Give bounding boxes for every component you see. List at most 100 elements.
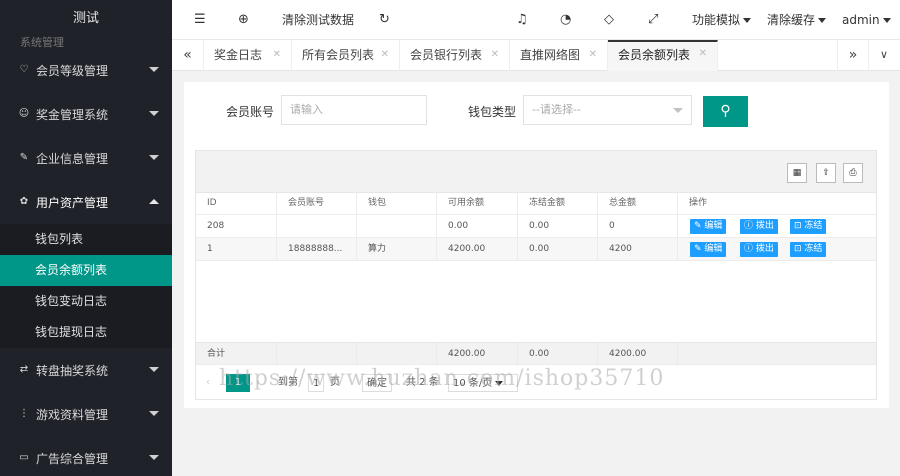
top-header: ☰ ⊕ 清除测试数据 ↻ ♫ ◔ ◇ ⤢ 功能模拟 清除缓存 admin <box>172 0 900 40</box>
close-icon[interactable]: ✕ <box>381 40 389 70</box>
sidebar-item-label: 用户资产管理 <box>36 195 109 210</box>
export-icon[interactable]: ⇪ <box>816 163 836 183</box>
user-name: admin <box>842 13 880 27</box>
total-empty <box>678 343 876 366</box>
user-menu[interactable]: admin <box>842 0 891 40</box>
content-panel: 会员账号 请输入 钱包类型 --请选择-- ⚲ ▦ ⇪ ⎙ ID 会员账号 钱包… <box>184 82 889 408</box>
sidebar-item-lottery[interactable]: ⇄ 转盘抽奖系统 <box>0 348 172 392</box>
total-sum: 4200.00 <box>598 343 678 366</box>
watermark: https://www.huzhan.com/ishop35710 <box>219 366 665 391</box>
tab-label: 所有会员列表 <box>302 48 375 62</box>
freeze-label: 冻结 <box>804 244 823 254</box>
tab-scroll-right-icon[interactable]: » <box>837 40 869 71</box>
tab-all-members[interactable]: 所有会员列表 ✕ <box>292 40 400 71</box>
withdraw-button[interactable]: ⓘ 拨出 <box>740 219 778 234</box>
chevron-down-icon <box>149 367 159 372</box>
chevron-down-icon <box>149 67 159 72</box>
fullscreen-icon[interactable]: ⤢ <box>648 0 658 40</box>
chevron-up-icon <box>149 199 159 204</box>
clear-cache-label: 清除缓存 <box>767 13 816 27</box>
sidebar-item-label: 奖金管理系统 <box>36 107 109 122</box>
sidebar: 测试 系统管理 ♡ 会员等级管理 ☺ 奖金管理系统 ✎ 企业信息管理 ✿ 用户资… <box>0 0 172 476</box>
simulate-label: 功能模拟 <box>692 13 741 27</box>
cell-wallet: 算力 <box>357 238 437 261</box>
wallet-type-select[interactable]: --请选择-- <box>523 95 692 125</box>
close-icon[interactable]: ✕ <box>589 40 597 70</box>
col-account: 会员账号 <box>277 192 357 215</box>
sidebar-item-bonus[interactable]: ☺ 奖金管理系统 <box>0 92 172 136</box>
menu-toggle-icon[interactable]: ☰ <box>194 0 206 40</box>
sidebar-item-label: 游戏资料管理 <box>36 407 109 422</box>
freeze-button[interactable]: ⊡ 冻结 <box>790 242 827 257</box>
tab-menu-chevron-icon[interactable]: ∨ <box>868 40 900 71</box>
sidebar-item-game[interactable]: ⋮ 游戏资料管理 <box>0 392 172 436</box>
account-label: 会员账号 <box>226 105 275 119</box>
sidebar-subitem-wallet-list[interactable]: 钱包列表 <box>0 224 172 255</box>
table-total-row: 合计 4200.00 0.00 4200.00 <box>196 342 876 366</box>
table-row: 1 18888888... 算力 4200.00 0.00 4200 ✎ 编辑 … <box>196 238 876 261</box>
total-empty <box>277 343 357 366</box>
prev-page-icon[interactable]: ‹ <box>206 374 210 392</box>
col-actions: 操作 <box>689 198 708 208</box>
tab-bonus-log[interactable]: 奖金日志 ✕ <box>204 40 292 71</box>
clear-cache-menu[interactable]: 清除缓存 <box>767 0 827 40</box>
clear-test-data-button[interactable]: 清除测试数据 <box>282 0 354 40</box>
smile-icon: ☺ <box>18 108 30 119</box>
chevron-down-icon <box>149 111 159 116</box>
close-icon[interactable]: ✕ <box>699 40 707 67</box>
table-toolbar: ▦ ⇪ ⎙ <box>196 151 876 193</box>
bell-icon[interactable]: ♫ <box>516 0 528 40</box>
sidebar-item-member-level[interactable]: ♡ 会员等级管理 <box>0 48 172 92</box>
edit-label: 编辑 <box>704 221 723 231</box>
cell-total: 0 <box>598 215 678 238</box>
sidebar-item-ads[interactable]: ▭ 广告综合管理 <box>0 436 172 476</box>
tab-bar: « 奖金日志 ✕ 所有会员列表 ✕ 会员银行列表 ✕ 直推网络图 ✕ 会员余额列表 ✕ »… <box>172 40 900 71</box>
cell-frozen: 0.00 <box>518 238 598 261</box>
dashboard-icon[interactable]: ◔ <box>560 0 571 40</box>
tab-label: 直推网络图 <box>520 48 581 62</box>
cell-actions: ✎ 编辑 ⓘ 拨出 ⊡ 冻结 <box>678 238 876 261</box>
total-empty <box>357 343 437 366</box>
chevron-down-icon <box>149 455 159 460</box>
edit-button[interactable]: ✎ 编辑 <box>690 242 727 257</box>
search-button[interactable]: ⚲ <box>703 96 748 127</box>
tab-label: 会员余额列表 <box>618 48 691 62</box>
close-icon[interactable]: ✕ <box>273 40 281 70</box>
tab-member-banks[interactable]: 会员银行列表 ✕ <box>400 40 510 71</box>
heart-icon: ♡ <box>19 64 29 75</box>
account-input[interactable]: 请输入 <box>281 95 427 125</box>
edit-label: 编辑 <box>704 244 723 254</box>
tab-referral-network[interactable]: 直推网络图 ✕ <box>510 40 608 71</box>
withdraw-button[interactable]: ⓘ 拨出 <box>740 242 778 257</box>
sidebar-subitem-balance-list[interactable]: 会员余额列表 <box>0 255 172 286</box>
withdraw-label: 拨出 <box>755 221 774 231</box>
cell-total: 4200 <box>598 238 678 261</box>
ad-icon: ▭ <box>19 452 29 463</box>
freeze-button[interactable]: ⊡ 冻结 <box>790 219 827 234</box>
freeze-label: 冻结 <box>804 221 823 231</box>
caret-down-icon <box>743 18 752 23</box>
sidebar-subitem-wallet-log[interactable]: 钱包变动日志 <box>0 286 172 317</box>
chevron-down-icon <box>673 108 683 113</box>
tab-scroll-left-icon[interactable]: « <box>172 40 204 71</box>
sidebar-item-company[interactable]: ✎ 企业信息管理 <box>0 136 172 180</box>
sidebar-item-assets[interactable]: ✿ 用户资产管理 <box>0 180 172 224</box>
total-available: 4200.00 <box>437 343 518 366</box>
wallet-type-label: 钱包类型 <box>468 105 517 119</box>
tab-label: 奖金日志 <box>214 48 263 62</box>
tag-icon[interactable]: ◇ <box>604 0 614 40</box>
sidebar-subitem-withdraw-log[interactable]: 钱包提现日志 <box>0 317 172 348</box>
cell-available: 0.00 <box>437 215 518 238</box>
close-icon[interactable]: ✕ <box>491 40 499 70</box>
total-frozen: 0.00 <box>518 343 598 366</box>
tab-label: 会员银行列表 <box>410 48 483 62</box>
edit-button[interactable]: ✎ 编辑 <box>690 219 727 234</box>
globe-icon[interactable]: ⊕ <box>238 0 249 40</box>
print-icon[interactable]: ⎙ <box>843 163 863 183</box>
cell-account <box>277 215 357 238</box>
refresh-icon[interactable]: ↻ <box>379 0 390 40</box>
columns-icon[interactable]: ▦ <box>787 163 807 183</box>
tab-member-balance[interactable]: 会员余额列表 ✕ <box>608 40 718 71</box>
simulate-menu[interactable]: 功能模拟 <box>692 0 752 40</box>
sidebar-item-label: 会员等级管理 <box>36 63 109 78</box>
